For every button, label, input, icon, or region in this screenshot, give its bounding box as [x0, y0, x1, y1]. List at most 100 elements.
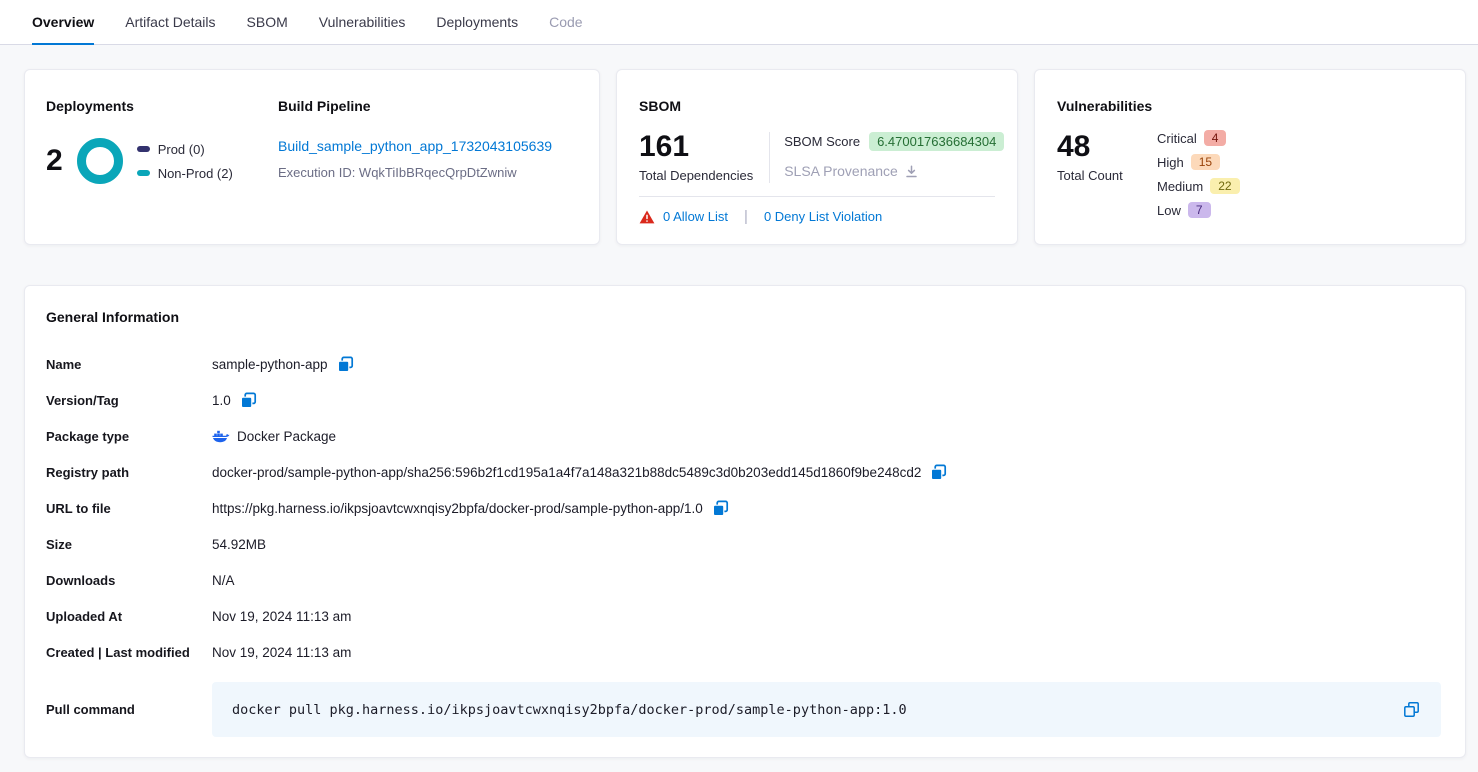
build-pipeline-section: Build Pipeline Build_sample_python_app_1… [278, 98, 579, 224]
deployments-legend: Prod (0) Non-Prod (2) [137, 142, 233, 181]
registry-path-value: docker-prod/sample-python-app/sha256:596… [212, 465, 921, 480]
tab-sbom[interactable]: SBOM [247, 0, 288, 44]
allow-list-link[interactable]: 0 Allow List [663, 209, 728, 224]
copy-icon[interactable] [240, 392, 257, 409]
pipeline-link[interactable]: Build_sample_python_app_1732043105639 [278, 138, 552, 154]
prod-legend-dot-icon [137, 146, 150, 152]
info-label: Created | Last modified [46, 645, 212, 660]
info-label: Name [46, 357, 212, 372]
info-label: Version/Tag [46, 393, 212, 408]
build-pipeline-title: Build Pipeline [278, 98, 579, 114]
info-label: Downloads [46, 573, 212, 588]
severity-legend: Critical 4 High 15 Medium 22 Low 7 [1157, 130, 1240, 218]
vulnerabilities-title: Vulnerabilities [1057, 98, 1443, 114]
sbom-card: SBOM 161 Total Dependencies SBOM Score 6… [616, 69, 1018, 245]
severity-label-high: High [1157, 155, 1184, 170]
deployments-title: Deployments [46, 98, 278, 114]
copy-icon[interactable] [712, 500, 729, 517]
severity-row-high: High 15 [1157, 154, 1240, 170]
top-nav: Overview Artifact Details SBOM Vulnerabi… [0, 0, 1478, 45]
vulnerabilities-total-label: Total Count [1057, 168, 1157, 183]
severity-badge-critical: 4 [1204, 130, 1227, 146]
info-label: URL to file [46, 501, 212, 516]
general-information-card: General Information Name sample-python-a… [24, 285, 1466, 758]
legend-item-nonprod: Non-Prod (2) [137, 166, 233, 181]
tab-deployments[interactable]: Deployments [436, 0, 518, 44]
summary-cards-row: Deployments 2 Prod (0) Non-Prod (2) [24, 69, 1466, 245]
url-to-file-value: https://pkg.harness.io/ikpsjoavtcwxnqisy… [212, 501, 703, 516]
pull-command-block: docker pull pkg.harness.io/ikpsjoavtcwxn… [212, 682, 1441, 737]
copy-icon[interactable] [337, 356, 354, 373]
severity-row-low: Low 7 [1157, 202, 1240, 218]
nonprod-legend-dot-icon [137, 170, 150, 176]
general-information-title: General Information [46, 309, 1441, 325]
severity-badge-low: 7 [1188, 202, 1211, 218]
info-row-size: Size 54.92MB [46, 526, 1441, 562]
deployments-donut-chart [77, 138, 123, 184]
tab-artifact-details[interactable]: Artifact Details [125, 0, 215, 44]
sbom-total-block: 161 Total Dependencies [639, 130, 753, 183]
vulnerabilities-total-block: 48 Total Count [1057, 130, 1157, 218]
severity-row-medium: Medium 22 [1157, 178, 1240, 194]
sbom-total-label: Total Dependencies [639, 168, 753, 183]
info-row-registry-path: Registry path docker-prod/sample-python-… [46, 454, 1441, 490]
execution-id: Execution ID: WqkTiIbBRqecQrpDtZwniw [278, 165, 579, 180]
vulnerabilities-content: 48 Total Count Critical 4 High 15 Medium… [1057, 130, 1443, 218]
deployments-card: Deployments 2 Prod (0) Non-Prod (2) [24, 69, 600, 245]
info-row-created-modified: Created | Last modified Nov 19, 2024 11:… [46, 634, 1441, 670]
pull-command-text: docker pull pkg.harness.io/ikpsjoavtcwxn… [232, 702, 1402, 718]
sbom-score-label: SBOM Score [784, 134, 860, 149]
deployments-content: 2 Prod (0) Non-Prod (2) [46, 138, 278, 184]
deny-list-link[interactable]: 0 Deny List Violation [764, 209, 882, 224]
severity-badge-medium: 22 [1210, 178, 1239, 194]
severity-label-medium: Medium [1157, 179, 1203, 194]
sbom-score-badge: 6.470017636684304 [869, 132, 1004, 151]
info-label: Uploaded At [46, 609, 212, 624]
artifact-name-value: sample-python-app [212, 357, 328, 372]
policy-separator: | [744, 208, 748, 225]
created-modified-value: Nov 19, 2024 11:13 am [212, 645, 351, 660]
info-label: Package type [46, 429, 212, 444]
deployments-count: 2 [46, 144, 63, 178]
info-row-uploaded-at: Uploaded At Nov 19, 2024 11:13 am [46, 598, 1441, 634]
package-type-value: Docker Package [237, 429, 336, 444]
sbom-horizontal-divider [639, 196, 995, 197]
sbom-score-block: SBOM Score 6.470017636684304 SLSA Proven… [784, 130, 1004, 183]
info-label: Size [46, 537, 212, 552]
vulnerabilities-card: Vulnerabilities 48 Total Count Critical … [1034, 69, 1466, 245]
slsa-provenance-link[interactable]: SLSA Provenance [784, 163, 898, 179]
info-row-pull-command: Pull command docker pull pkg.harness.io/… [46, 682, 1441, 737]
info-row-version: Version/Tag 1.0 [46, 382, 1441, 418]
docker-icon [212, 429, 230, 443]
copy-icon[interactable] [930, 464, 947, 481]
info-row-url: URL to file https://pkg.harness.io/ikpsj… [46, 490, 1441, 526]
nonprod-legend-label: Non-Prod (2) [158, 166, 233, 181]
policy-violations-row: 0 Allow List | 0 Deny List Violation [639, 208, 995, 225]
severity-label-critical: Critical [1157, 131, 1197, 146]
download-icon[interactable] [904, 164, 919, 179]
sbom-content: 161 Total Dependencies SBOM Score 6.4700… [639, 130, 995, 183]
tab-code: Code [549, 0, 582, 44]
tab-overview[interactable]: Overview [32, 0, 94, 44]
info-label: Pull command [46, 702, 212, 717]
info-label: Registry path [46, 465, 212, 480]
slsa-provenance-row[interactable]: SLSA Provenance [784, 163, 1004, 179]
page-content: Deployments 2 Prod (0) Non-Prod (2) [0, 45, 1478, 772]
uploaded-at-value: Nov 19, 2024 11:13 am [212, 609, 351, 624]
deployments-section: Deployments 2 Prod (0) Non-Prod (2) [46, 98, 278, 224]
prod-legend-label: Prod (0) [158, 142, 205, 157]
tab-vulnerabilities[interactable]: Vulnerabilities [319, 0, 406, 44]
severity-label-low: Low [1157, 203, 1181, 218]
warning-triangle-icon [639, 210, 655, 224]
general-information-rows: Name sample-python-app Version/Tag 1.0 [46, 346, 1441, 737]
vulnerabilities-total-count: 48 [1057, 130, 1157, 163]
info-row-name: Name sample-python-app [46, 346, 1441, 382]
copy-icon[interactable] [1402, 700, 1421, 719]
severity-row-critical: Critical 4 [1157, 130, 1240, 146]
version-tag-value: 1.0 [212, 393, 231, 408]
sbom-vertical-divider [769, 132, 770, 183]
sbom-total-count: 161 [639, 130, 753, 163]
size-value: 54.92MB [212, 537, 266, 552]
info-row-downloads: Downloads N/A [46, 562, 1441, 598]
severity-badge-high: 15 [1191, 154, 1220, 170]
